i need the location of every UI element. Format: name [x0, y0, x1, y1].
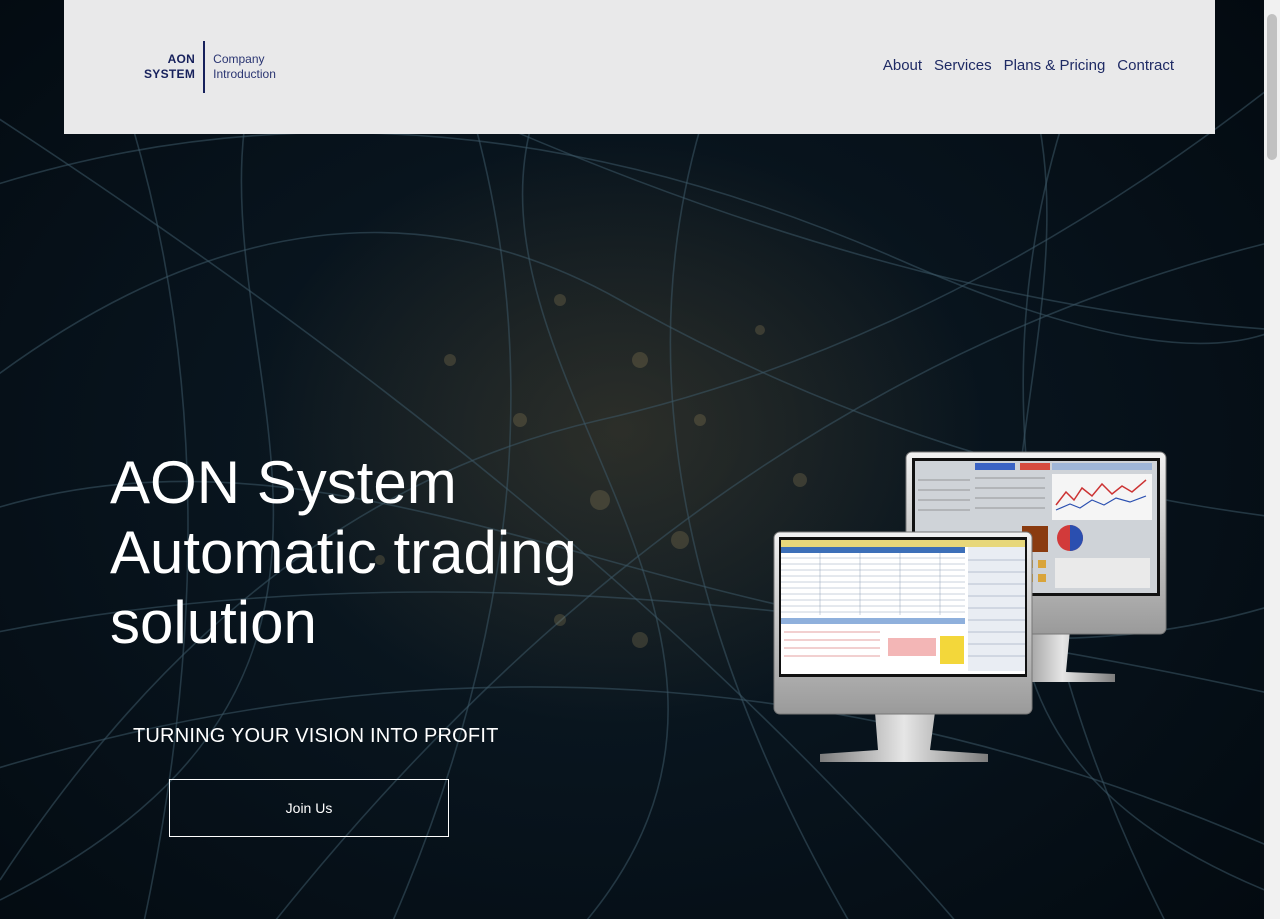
join-us-button[interactable]: Join Us — [169, 779, 449, 837]
hero-title: AON System Automatic trading solution — [110, 448, 670, 658]
page-scrollbar[interactable] — [1264, 0, 1280, 919]
site-header: AON SYSTEM Company Introduction About Se… — [64, 0, 1215, 134]
hero-title-line3: solution — [110, 589, 317, 656]
logo[interactable]: AON SYSTEM Company Introduction — [144, 41, 276, 93]
front-monitor — [773, 531, 1033, 762]
nav-services[interactable]: Services — [934, 57, 992, 74]
main-nav: About Services Plans & Pricing Contract — [883, 57, 1174, 74]
logo-subtitle: Company Introduction — [205, 41, 276, 93]
page: AON SYSTEM Company Introduction About Se… — [0, 0, 1280, 919]
hero-tagline: TURNING YOUR VISION INTO PROFIT — [133, 725, 499, 747]
hero-title-line2: Automatic trading — [110, 519, 577, 586]
logo-brand: AON SYSTEM — [144, 41, 206, 93]
logo-line2: SYSTEM — [144, 67, 196, 81]
trading-monitors-illustration — [773, 451, 1167, 762]
logo-line1: AON — [167, 52, 196, 66]
scrollbar-thumb[interactable] — [1267, 14, 1277, 160]
nav-plans-pricing[interactable]: Plans & Pricing — [1004, 57, 1106, 74]
hero-title-line1: AON System — [110, 449, 457, 516]
nav-about[interactable]: About — [883, 57, 922, 74]
nav-contract[interactable]: Contract — [1117, 57, 1174, 74]
logo-sub2: Introduction — [213, 67, 276, 81]
logo-sub1: Company — [213, 52, 265, 66]
